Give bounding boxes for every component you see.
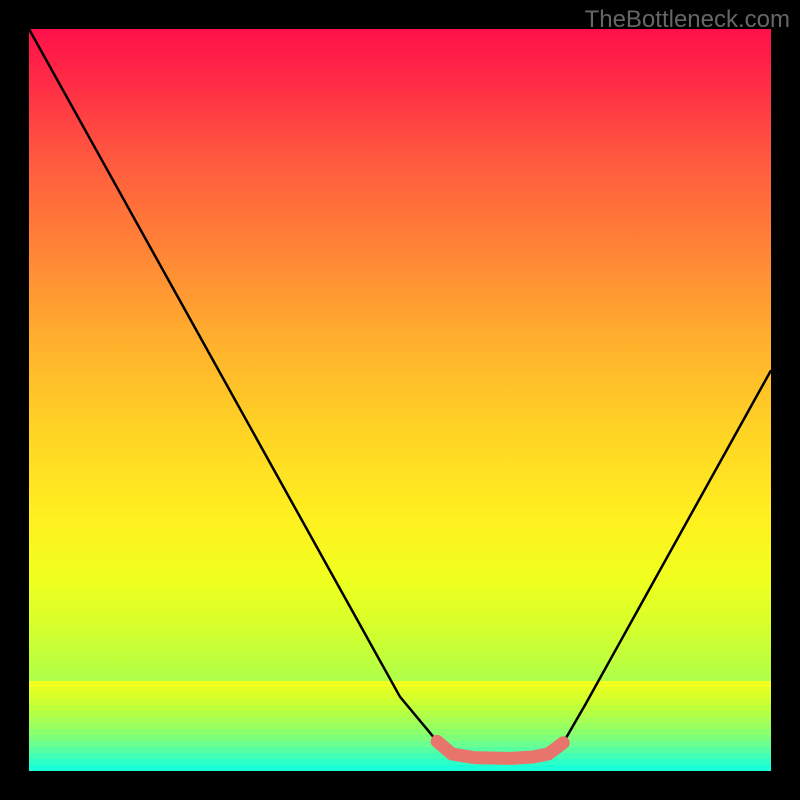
main-curve [29,29,771,758]
chart-svg [29,29,771,771]
bottleneck-curve-path [29,29,771,758]
highlight-segment-path [437,741,563,758]
watermark-text: TheBottleneck.com [585,6,790,34]
chart-plot-area [29,29,771,771]
highlight-curve [437,741,563,758]
